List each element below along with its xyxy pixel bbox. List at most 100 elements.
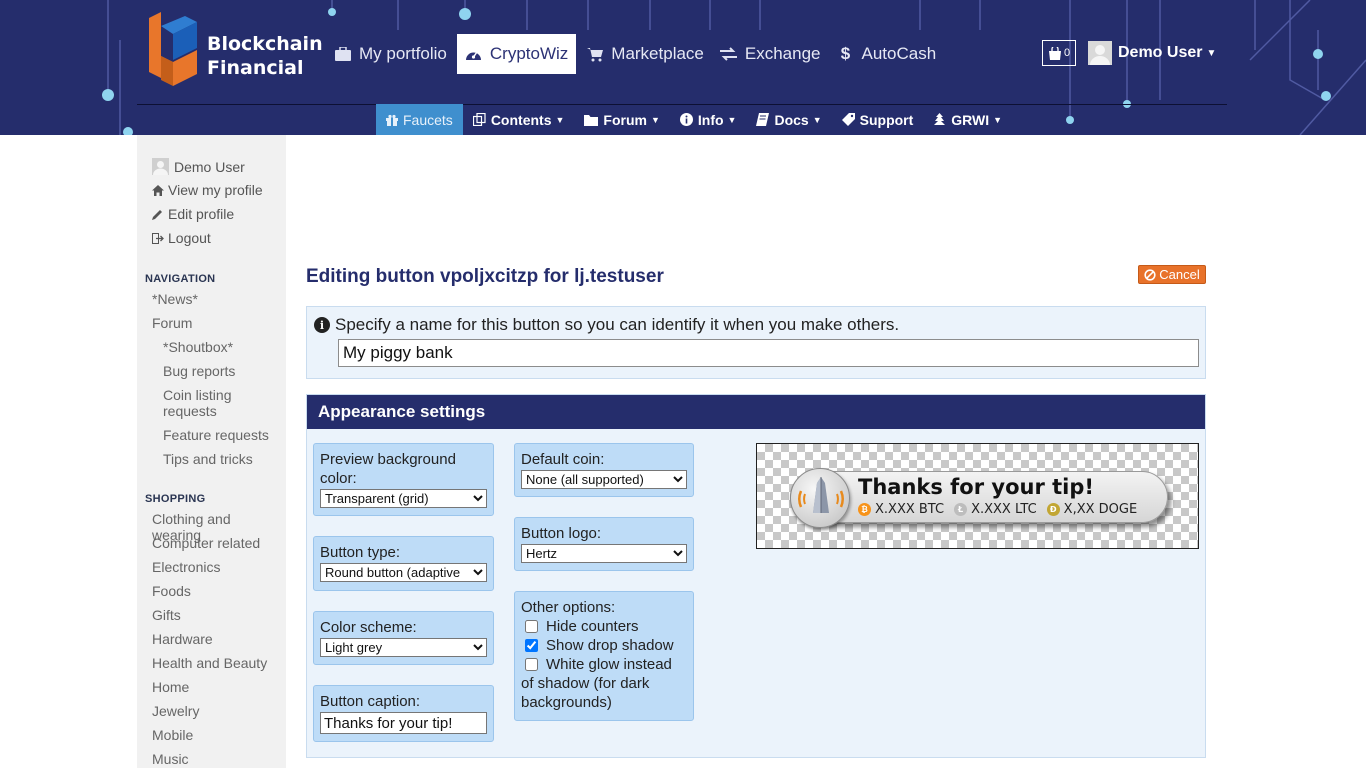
sidebar-view-profile[interactable]: View my profile	[152, 182, 263, 198]
subnav-forum[interactable]: Forum ▼	[574, 104, 669, 135]
preview-bg-label: Preview background color:	[320, 451, 456, 487]
sidebar-item-computer[interactable]: Computer related	[152, 535, 282, 551]
brand-name-line2: Financial	[207, 57, 304, 79]
button-caption-input[interactable]	[320, 712, 487, 734]
home-icon	[152, 184, 164, 196]
ban-icon	[1144, 268, 1156, 281]
topnav-cryptowiz[interactable]: CryptoWiz	[456, 34, 577, 74]
top-navigation: My portfolio CryptoWiz Marketplace Excha…	[326, 34, 944, 74]
sidebar-item-hardware[interactable]: Hardware	[152, 631, 282, 647]
brand-logo[interactable]: Blockchain Financial	[145, 12, 325, 92]
sidebar-item-news[interactable]: *News*	[152, 291, 282, 307]
exchange-icon	[720, 46, 738, 62]
sidebar-edit-profile[interactable]: Edit profile	[152, 206, 234, 222]
sidebar-item-tips[interactable]: Tips and tricks	[163, 451, 273, 467]
cancel-label: Cancel	[1159, 267, 1200, 282]
subnav-support[interactable]: Support	[832, 104, 924, 135]
sidebar-item-health[interactable]: Health and Beauty	[152, 655, 282, 671]
cancel-button[interactable]: Cancel	[1138, 265, 1206, 284]
pencil-icon	[152, 209, 164, 220]
sidebar: Demo User View my profile Edit profile L…	[137, 135, 286, 768]
sidebar-item-feature-requests[interactable]: Feature requests	[163, 427, 273, 443]
button-type-select[interactable]: Round button (adaptive	[320, 563, 487, 582]
caret-down-icon: ▼	[650, 114, 660, 125]
sidebar-item-music[interactable]: Music	[152, 751, 282, 767]
topnav-marketplace[interactable]: Marketplace	[578, 34, 712, 74]
button-logo-field: Button logo: Hertz	[514, 517, 694, 571]
subnav-label: Docs	[774, 111, 809, 128]
cart-icon	[586, 46, 604, 62]
dashboard-icon	[465, 46, 483, 62]
topnav-label: CryptoWiz	[489, 44, 569, 63]
blockchain-logo-icon	[149, 12, 197, 86]
shopping-bag-icon	[1048, 46, 1061, 60]
coin-list: ₿ X.XXX BTC Ł X.XXX LTC Ð X,XX DOGE	[858, 502, 1137, 517]
sidebar-item-gifts[interactable]: Gifts	[152, 607, 282, 623]
briefcase-icon	[334, 46, 352, 62]
subnav-label: Forum	[603, 111, 647, 128]
caret-down-icon: ▼	[812, 114, 822, 125]
sidebar-item-forum[interactable]: Forum	[152, 315, 282, 331]
brand-name-line1: Blockchain	[207, 33, 323, 55]
sidebar-item-jewelry[interactable]: Jewelry	[152, 703, 282, 719]
folder-icon	[584, 114, 599, 126]
default-coin-field: Default coin: None (all supported)	[514, 443, 694, 497]
topnav-label: AutoCash	[861, 44, 937, 63]
white-glow-checkbox[interactable]	[525, 658, 538, 671]
other-options-field: Other options: Hide counters Show drop s…	[514, 591, 694, 721]
tip-button-preview[interactable]: Thanks for your tip! ₿ X.XXX BTC Ł X.XXX L…	[790, 468, 1168, 528]
sidebar-item-mobile[interactable]: Mobile	[152, 727, 282, 743]
hide-counters-checkbox[interactable]	[525, 620, 538, 633]
sidebar-item-foods[interactable]: Foods	[152, 583, 282, 599]
button-name-input[interactable]	[338, 339, 1199, 367]
subnav-faucets[interactable]: Faucets	[376, 104, 463, 135]
site-header: Blockchain Financial My portfolio Crypto…	[0, 0, 1366, 135]
avatar	[1088, 41, 1112, 65]
subnav-label: Support	[859, 111, 914, 128]
subnav-docs[interactable]: Docs ▼	[746, 104, 831, 135]
book-icon	[756, 113, 770, 126]
copy-icon	[472, 113, 486, 126]
topnav-label: Marketplace	[611, 44, 704, 63]
subnav-info[interactable]: Info ▼	[670, 104, 747, 135]
topnav-autocash[interactable]: $ AutoCash	[829, 34, 945, 74]
sidebar-item-electronics[interactable]: Electronics	[152, 559, 282, 575]
info-icon	[679, 113, 693, 126]
sidebar-user[interactable]: Demo User	[152, 158, 245, 175]
user-menu[interactable]: Demo User ▼	[1088, 41, 1216, 65]
default-coin-select[interactable]: None (all supported)	[521, 470, 687, 489]
subnav-label: Info	[697, 111, 724, 128]
drop-shadow-option[interactable]: Show drop shadow	[521, 636, 687, 655]
subnav-label: GRWI	[951, 111, 990, 128]
dogecoin-icon: Ð	[1046, 503, 1060, 516]
drop-shadow-checkbox[interactable]	[525, 639, 538, 652]
subnav-grwi[interactable]: GRWI ▼	[923, 104, 1012, 135]
hide-counters-option[interactable]: Hide counters	[521, 617, 687, 636]
coin-btc: ₿ X.XXX BTC	[858, 502, 944, 517]
sidebar-item-home[interactable]: Home	[152, 679, 282, 695]
button-logo-select[interactable]: Hertz	[521, 544, 687, 563]
white-glow-option[interactable]: White glow instead of shadow (for dark b…	[521, 655, 687, 712]
cart-button[interactable]: 0	[1042, 40, 1076, 66]
preview-bg-select[interactable]: Transparent (grid)	[320, 489, 487, 508]
coin-ltc: Ł X.XXX LTC	[954, 502, 1037, 517]
other-options-label: Other options:	[521, 599, 616, 616]
sidebar-item-coin-listing[interactable]: Coin listing requests	[163, 387, 273, 419]
subnav-contents[interactable]: Contents ▼	[463, 104, 575, 135]
sidebar-item-shoutbox[interactable]: *Shoutbox*	[163, 339, 273, 355]
name-hint-text: Specify a name for this button so you ca…	[335, 315, 900, 334]
logout-icon	[152, 232, 164, 244]
topnav-my-portfolio[interactable]: My portfolio	[326, 34, 455, 74]
topnav-exchange[interactable]: Exchange	[712, 34, 829, 74]
color-scheme-select[interactable]: Light grey	[320, 638, 487, 657]
gift-icon	[386, 114, 398, 126]
sidebar-logout[interactable]: Logout	[152, 230, 211, 246]
litecoin-icon: Ł	[954, 503, 968, 516]
hertz-logo-icon	[790, 468, 850, 528]
default-coin-label: Default coin:	[521, 451, 605, 468]
sidebar-item-bug-reports[interactable]: Bug reports	[163, 363, 273, 379]
button-preview: Thanks for your tip! ₿ X.XXX BTC Ł X.XXX L…	[756, 443, 1199, 549]
button-type-field: Button type: Round button (adaptive	[313, 536, 494, 591]
tree-icon	[933, 113, 946, 126]
caret-down-icon: ▼	[727, 114, 737, 125]
